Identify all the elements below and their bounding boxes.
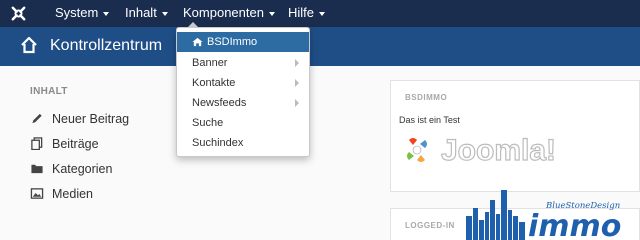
dropdown-item-label: Suche <box>192 117 224 129</box>
sidebar-item-label: Medien <box>52 187 93 201</box>
joomla-logo-image: Joomla! <box>407 133 557 167</box>
menu-inhalt[interactable]: Inhalt <box>125 0 168 27</box>
dropdown-item-suchindex[interactable]: Suchindex <box>177 133 309 153</box>
sidebar-item-label: Kategorien <box>52 162 113 176</box>
pencil-icon <box>32 113 42 124</box>
dropdown-item-label: Banner <box>192 57 228 69</box>
home-icon <box>21 36 37 54</box>
module-panel-bsdimmo: BSDIMMO Das ist ein Test Joomla! <box>390 80 640 192</box>
dropdown-item-newsfeeds[interactable]: Newsfeeds <box>177 93 309 113</box>
dropdown-item-kontakte[interactable]: Kontakte <box>177 73 309 93</box>
chevron-right-icon <box>295 59 299 67</box>
sidebar-heading: INHALT <box>30 86 68 97</box>
module-heading: LOGGED-IN <box>405 221 455 230</box>
dropdown-item-label: Newsfeeds <box>192 97 247 109</box>
chevron-down-icon <box>161 11 168 16</box>
chevron-down-icon <box>268 11 275 16</box>
komponenten-dropdown: BSDImmo Banner Kontakte Newsfeeds Suche … <box>176 22 310 157</box>
dropdown-item-banner[interactable]: Banner <box>177 53 309 73</box>
bluestonedesign-watermark: BlueStoneDesign immo <box>466 190 621 240</box>
image-icon <box>30 188 44 199</box>
module-heading: BSDIMMO <box>405 93 448 102</box>
chevron-down-icon <box>103 11 110 16</box>
dropdown-item-bsdimmo[interactable]: BSDImmo <box>177 32 309 52</box>
sidebar-item-label: Neuer Beitrag <box>52 112 130 126</box>
menu-system-label: System <box>55 5 99 20</box>
chevron-right-icon <box>295 79 299 87</box>
page-title: Kontrollzentrum <box>50 37 163 54</box>
copy-icon <box>31 137 43 150</box>
joomla-logo-text: Joomla! <box>441 134 556 167</box>
watermark-bottom-text: immo <box>528 209 621 240</box>
joomla-logo-icon[interactable] <box>9 4 28 23</box>
sidebar-item-label: Beiträge <box>52 137 99 151</box>
folder-icon <box>31 164 43 174</box>
home-icon <box>192 37 203 47</box>
dropdown-item-suche[interactable]: Suche <box>177 113 309 133</box>
menu-inhalt-label: Inhalt <box>125 5 157 20</box>
module-text: Das ist ein Test <box>399 115 460 125</box>
dropdown-item-label: BSDImmo <box>207 36 258 48</box>
dropdown-item-label: Suchindex <box>192 137 244 149</box>
menu-hilfe[interactable]: Hilfe <box>288 0 326 27</box>
menu-hilfe-label: Hilfe <box>288 5 315 20</box>
menu-komponenten-label: Komponenten <box>183 5 264 20</box>
top-navbar: System Inhalt Komponenten Hilfe <box>0 0 640 27</box>
chevron-down-icon <box>319 11 326 16</box>
menu-system[interactable]: System <box>55 0 110 27</box>
chevron-right-icon <box>295 99 299 107</box>
dropdown-item-label: Kontakte <box>192 77 236 89</box>
